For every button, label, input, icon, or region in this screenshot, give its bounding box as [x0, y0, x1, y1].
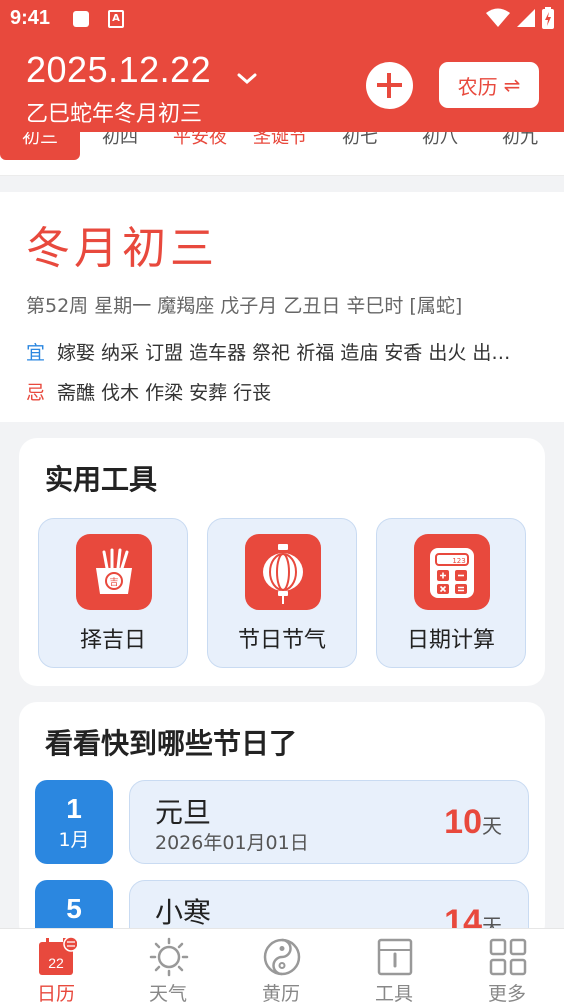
countdown-unit: 天: [482, 814, 502, 838]
day-strip-item[interactable]: 初八: [400, 132, 480, 158]
countdown-number: 10: [444, 803, 482, 841]
avoid-text: 斋醮 伐木 作梁 安葬 行丧: [57, 382, 272, 404]
add-event-button[interactable]: [366, 62, 413, 109]
status-bar: 9:41 A: [0, 0, 564, 38]
lunar-toggle-button[interactable]: 农历 ⇌: [439, 62, 539, 108]
suitable-label: 宜: [26, 342, 46, 364]
bottom-nav: 22 日历 天气 黄历 工具 更多: [0, 928, 564, 1004]
day-strip-item[interactable]: 初四: [80, 132, 160, 158]
nav-label: 工具: [374, 983, 413, 1004]
notification-a-icon: A: [108, 10, 124, 28]
tool-festivals[interactable]: 节日节气: [207, 518, 357, 668]
nav-almanac[interactable]: 黄历: [225, 929, 337, 1004]
chevron-down-icon[interactable]: [236, 72, 258, 86]
lunar-day-title: 冬月初三: [26, 223, 218, 274]
wifi-icon: [486, 8, 510, 27]
tool-date-calc[interactable]: 123 日期计算: [376, 518, 526, 668]
day-strip-item[interactable]: 圣诞节: [240, 132, 320, 158]
nav-label: 日历: [36, 983, 75, 1004]
day-details: 第52周 星期一 魔羯座 戊子月 乙丑日 辛巳时 [属蛇]: [26, 295, 463, 317]
tool-label: 择吉日: [79, 628, 146, 653]
festival-month: 1月: [58, 829, 90, 851]
festivals-card: 看看快到哪些节日了 1 1月 元旦 2026年01月01日 10天 5 小寒 1…: [19, 702, 545, 964]
festival-name: 小寒: [155, 896, 212, 929]
nav-label: 更多: [487, 983, 526, 1004]
festival-countdown: 10天: [444, 803, 502, 842]
suitable-row[interactable]: 宜嫁娶 纳采 订盟 造车器 祭祀 祈福 造庙 安香 出火 出…: [26, 338, 510, 365]
status-icons: [486, 6, 554, 30]
nav-label: 黄历: [261, 983, 300, 1004]
tool-label: 日期计算: [406, 628, 495, 653]
lucky-day-icon: 吉: [76, 534, 152, 610]
status-time: 9:41: [10, 7, 51, 29]
app-header: 9:41 A 2025.12.22 乙巳蛇年冬月初三 农历 ⇌: [0, 0, 564, 132]
notification-icon: [73, 11, 89, 27]
day-strip-item[interactable]: 平安夜: [160, 132, 240, 158]
svg-text:吉: 吉: [109, 577, 118, 588]
calculator-icon: 123: [414, 534, 490, 610]
nav-label: 天气: [148, 983, 187, 1004]
sun-icon: [149, 937, 189, 977]
festivals-title: 看看快到哪些节日了: [45, 727, 298, 760]
tools-card: 实用工具 吉 择吉日 节日节气 123 日期计算: [19, 438, 545, 686]
lunar-toggle-label: 农历: [457, 74, 498, 99]
yin-yang-icon: [263, 938, 301, 976]
battery-icon: [542, 7, 554, 29]
avoid-row[interactable]: 忌斋醮 伐木 作梁 安葬 行丧: [26, 378, 271, 405]
festival-date-badge: 1 1月: [35, 780, 113, 864]
day-strip-item[interactable]: 初九: [480, 132, 560, 158]
festival-day: 5: [66, 893, 82, 924]
tool-lucky-day[interactable]: 吉 择吉日: [38, 518, 188, 668]
calendar-icon: 22: [39, 936, 77, 975]
festival-day: 1: [66, 793, 82, 824]
festival-item[interactable]: 元旦 2026年01月01日 10天: [129, 780, 529, 864]
suitable-text: 嫁娶 纳采 订盟 造车器 祭祀 祈福 造庙 安香 出火 出…: [57, 342, 511, 364]
festival-date: 2026年01月01日: [155, 832, 309, 854]
day-info-panel: 冬月初三 第52周 星期一 魔羯座 戊子月 乙丑日 辛巳时 [属蛇] 宜嫁娶 纳…: [0, 192, 564, 422]
avoid-label: 忌: [26, 382, 46, 404]
nav-tools[interactable]: 工具: [338, 929, 450, 1004]
svg-text:22: 22: [48, 955, 64, 971]
nav-calendar[interactable]: 22 日历: [0, 929, 112, 1004]
lunar-date-full: 乙巳蛇年冬月初三: [26, 102, 203, 127]
signal-icon: [517, 9, 535, 27]
day-strip: 初三 初四 平安夜 圣诞节 初七 初八 初九: [0, 132, 564, 176]
tools-title: 实用工具: [45, 463, 158, 496]
day-strip-item[interactable]: 初七: [320, 132, 400, 158]
swap-icon: ⇌: [503, 73, 521, 97]
nav-more[interactable]: 更多: [451, 929, 563, 1004]
festival-name: 元旦: [155, 796, 212, 829]
svg-text:123: 123: [452, 557, 465, 565]
toolbox-icon: [377, 938, 413, 976]
current-date[interactable]: 2025.12.22: [26, 49, 211, 91]
nav-weather[interactable]: 天气: [112, 929, 224, 1004]
day-strip-item-selected[interactable]: 初三: [0, 132, 80, 160]
tool-label: 节日节气: [237, 628, 326, 653]
grid-icon: [489, 938, 527, 976]
lantern-icon: [245, 534, 321, 610]
